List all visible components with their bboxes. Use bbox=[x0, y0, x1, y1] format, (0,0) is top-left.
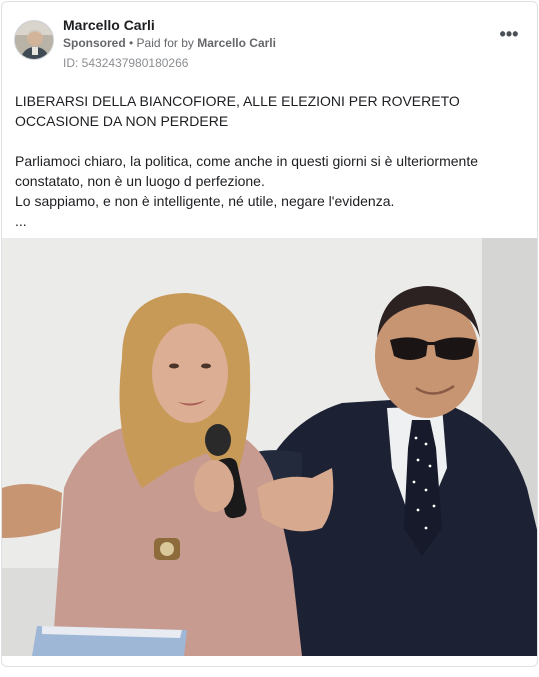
post-header: Marcello Carli Sponsored • Paid for by M… bbox=[2, 2, 537, 82]
more-horizontal-icon: ••• bbox=[499, 24, 519, 44]
page-name[interactable]: Marcello Carli bbox=[63, 17, 155, 33]
post-paragraph-2: Lo sappiamo, e non è intelligente, né ut… bbox=[15, 193, 395, 209]
post-photo-illustration bbox=[2, 238, 537, 656]
paid-for-prefix: • Paid for by bbox=[129, 36, 194, 50]
post-paragraph-1: Parliamoci chiaro, la politica, come anc… bbox=[15, 153, 478, 189]
post-image[interactable] bbox=[2, 238, 537, 656]
sponsored-post-card: Marcello Carli Sponsored • Paid for by M… bbox=[1, 1, 538, 667]
post-text: LIBERARSI DELLA BIANCOFIORE, ALLE ELEZIO… bbox=[15, 91, 525, 231]
ad-id: ID: 5432437980180266 bbox=[63, 56, 189, 70]
more-options-button[interactable]: ••• bbox=[499, 25, 519, 43]
sponsored-label: Sponsored bbox=[63, 36, 126, 50]
see-more-ellipsis[interactable]: ... bbox=[15, 211, 525, 231]
sponsor-line: Sponsored • Paid for by Marcello Carli bbox=[63, 36, 276, 50]
page-avatar[interactable] bbox=[14, 20, 54, 60]
post-headline: LIBERARSI DELLA BIANCOFIORE, ALLE ELEZIO… bbox=[15, 93, 460, 129]
paid-for-name[interactable]: Marcello Carli bbox=[197, 36, 276, 50]
